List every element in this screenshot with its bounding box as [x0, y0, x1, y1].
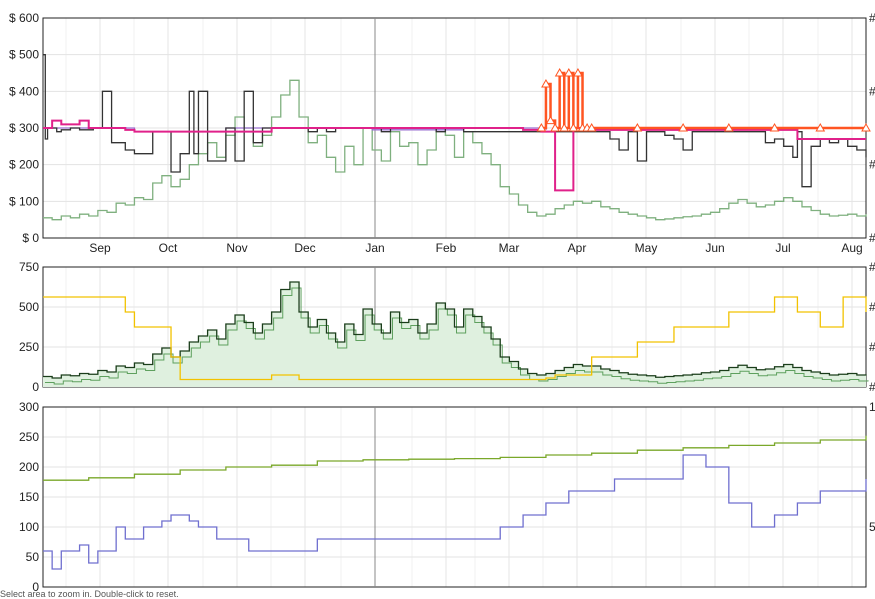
x-tick-label: Jun: [705, 241, 724, 255]
y-tick-label: 200: [19, 460, 39, 474]
y-tick-label: 100: [19, 520, 39, 534]
y-tick-label: $ 100: [9, 194, 39, 208]
x-tick-label: Oct: [159, 241, 178, 255]
chart-root: $ 0 $ 100 $ 200 $ 300 $ 400 $ 500 $ 600 # # # # Sep…: [9, 11, 875, 594]
y-tick-label: $ 400: [9, 84, 39, 98]
footer-note: Select area to zoom in. Double-click to …: [0, 589, 179, 599]
y-tick-label: 750: [19, 260, 39, 274]
y-tick-label: $ 600: [9, 11, 39, 25]
x-tick-label: Aug: [841, 241, 862, 255]
x-tick-label: Jan: [365, 241, 384, 255]
chart-panel-2: 0 250 500 750 # # # #: [19, 260, 875, 394]
x-tick-label: Nov: [226, 241, 247, 255]
chart-panel-3: 050100150200250300 15: [19, 400, 875, 594]
series-line-amazon: [541, 71, 866, 130]
right-axis-label: 5: [869, 520, 875, 534]
x-tick-label: Feb: [436, 241, 457, 255]
right-axis-label: #: [869, 84, 875, 98]
y-tick-label: 50: [26, 550, 40, 564]
y-tick-label: $ 0: [22, 231, 39, 245]
series-line-offer_count: [43, 454, 867, 570]
right-axis-label: #: [869, 380, 875, 394]
y-tick-label: 250: [19, 340, 39, 354]
chart-panel-1: $ 0 $ 100 $ 200 $ 300 $ 400 $ 500 $ 600 # # # # Sep…: [9, 11, 875, 255]
x-tick-label: Jul: [775, 241, 790, 255]
y-tick-label: $ 500: [9, 48, 39, 62]
right-axis-label: #: [869, 158, 875, 172]
x-tick-label: Dec: [294, 241, 315, 255]
y-tick-label: 300: [19, 400, 39, 414]
y-tick-label: 150: [19, 490, 39, 504]
right-axis-label: #: [869, 11, 875, 25]
x-tick-label: Sep: [89, 241, 111, 255]
series-line-used: [43, 54, 867, 188]
series-line-sales_rank: [43, 79, 867, 221]
y-tick-label: 250: [19, 430, 39, 444]
right-axis-label: 1: [869, 400, 875, 414]
x-tick-label: Apr: [568, 241, 587, 255]
y-tick-label: 0: [32, 380, 39, 394]
right-axis-label: #: [869, 260, 875, 274]
x-tick-label: Mar: [499, 241, 520, 255]
y-tick-label: $ 300: [9, 121, 39, 135]
right-axis-label: #: [869, 340, 875, 354]
series-line-rating_count: [43, 435, 867, 481]
right-axis-label: #: [869, 300, 875, 314]
right-axis-label: #: [869, 231, 875, 245]
y-tick-label: $ 200: [9, 158, 39, 172]
y-tick-label: 500: [19, 300, 39, 314]
x-tick-label: May: [635, 241, 658, 255]
